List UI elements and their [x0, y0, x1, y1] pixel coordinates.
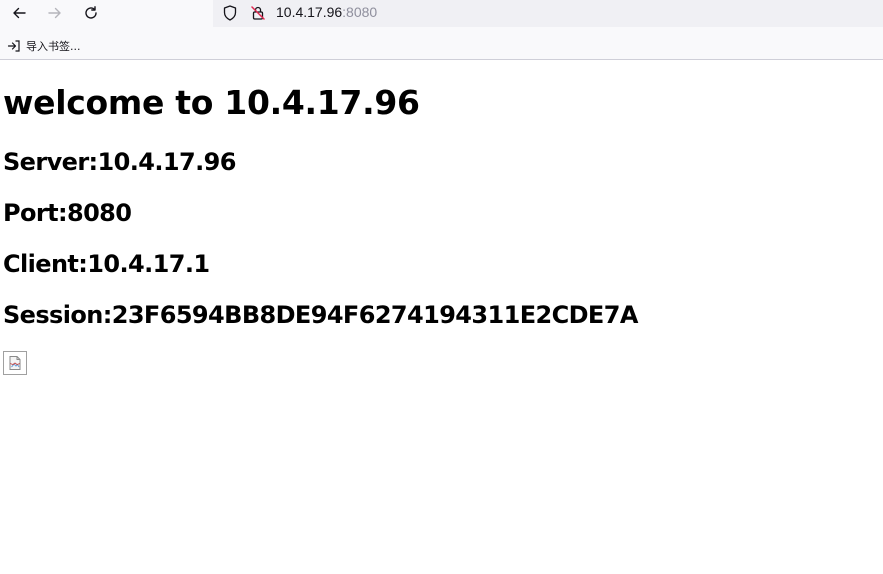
- page-content: welcome to 10.4.17.96 Server:10.4.17.96 …: [0, 61, 883, 574]
- arrow-right-icon: [48, 7, 61, 19]
- page-heading: welcome to 10.4.17.96: [3, 83, 420, 122]
- insecure-lock-icon[interactable]: [249, 4, 267, 22]
- forward-button[interactable]: [43, 2, 67, 24]
- tracking-protection-shield-icon[interactable]: [221, 4, 239, 22]
- browser-toolbar: 10.4.17.96:8080: [0, 0, 883, 27]
- arrow-left-icon: [13, 7, 26, 19]
- import-bookmarks-item[interactable]: 导入书签...: [7, 38, 81, 54]
- broken-image: [3, 351, 27, 375]
- back-button[interactable]: [7, 2, 31, 24]
- import-icon: [7, 40, 20, 52]
- server-line: Server:10.4.17.96: [3, 148, 236, 176]
- url-port: :8080: [342, 4, 378, 20]
- bookmarks-toolbar: 导入书签...: [0, 27, 883, 60]
- session-line: Session:23F6594BB8DE94F6274194311E2CDE7A: [3, 301, 638, 329]
- port-line: Port:8080: [3, 199, 132, 227]
- import-bookmarks-label: 导入书签...: [26, 40, 81, 53]
- url-text[interactable]: 10.4.17.96:8080: [276, 4, 377, 22]
- client-line: Client:10.4.17.1: [3, 250, 210, 278]
- broken-image-icon: [9, 356, 21, 370]
- url-host: 10.4.17.96: [276, 4, 343, 20]
- reload-icon: [85, 6, 97, 19]
- reload-button[interactable]: [79, 2, 103, 24]
